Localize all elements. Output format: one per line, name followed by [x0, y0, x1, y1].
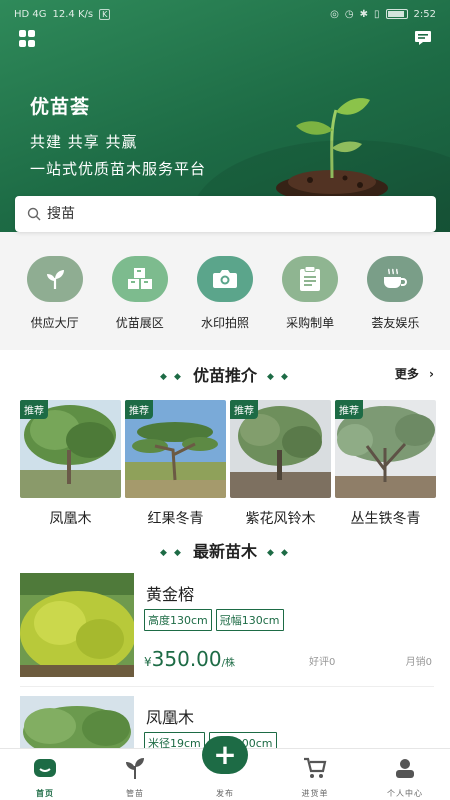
tab-home[interactable]: 首页	[0, 749, 90, 800]
category-row: 供应大厅 优苗展区 水印拍照 采购制单 荟友娱乐	[0, 238, 450, 348]
recommended-list: 推荐 凤凰木 推荐 红果冬青 推荐 紫花风铃木 推荐 丛生铁冬青	[20, 400, 436, 528]
recommend-badge: 推荐	[335, 400, 363, 419]
recommend-badge: 推荐	[20, 400, 48, 419]
search-input[interactable]	[47, 206, 407, 222]
more-label: 更多	[394, 367, 419, 381]
recommended-card[interactable]: 推荐 红果冬青	[125, 400, 226, 528]
clock: 2:52	[413, 8, 436, 20]
category-supply-hall[interactable]: 供应大厅	[15, 238, 95, 348]
boxes-icon	[111, 256, 168, 302]
product-name: 凤凰木	[146, 708, 195, 727]
network-indicator: HD 4G	[14, 8, 47, 20]
recommend-badge: 推荐	[125, 400, 153, 419]
recommended-card[interactable]: 推荐 紫花风铃木	[230, 400, 331, 528]
alarm-icon: ◷	[344, 8, 354, 20]
recommended-card[interactable]: 推荐 凤凰木	[20, 400, 121, 528]
battery-icon	[385, 9, 408, 19]
tab-manage[interactable]: 管苗	[90, 749, 180, 800]
category-label: 采购制单	[286, 316, 335, 330]
search-icon	[27, 207, 41, 221]
vibrate-icon: ▯	[374, 8, 380, 20]
tab-label: 进货单	[301, 789, 329, 798]
tab-label: 首页	[36, 789, 54, 798]
sprout-icon	[26, 256, 83, 302]
content-panel: ◆ ◆ 优苗推介 ◆ ◆ 更多 › 推荐 凤凰木 推荐 红果冬青 推荐 紫花风铃木	[0, 350, 450, 748]
product-name: 黄金榕	[146, 585, 195, 604]
decor-dots-icon: ◆ ◆	[160, 371, 183, 382]
search-bar[interactable]	[15, 196, 436, 232]
message-icon[interactable]	[414, 30, 432, 48]
network-speed: 12.4 K/s	[52, 8, 94, 20]
spec-tag: 高度130cm	[144, 609, 212, 631]
decor-dots-icon: ◆ ◆	[160, 547, 183, 558]
k-icon: K	[99, 8, 111, 20]
seedling-illustration	[276, 98, 388, 200]
product-tags: 高度130cm 冠幅130cm	[144, 609, 284, 631]
tree-name: 凤凰木	[49, 511, 92, 527]
latest-section-title: ◆ ◆ 最新苗木 ◆ ◆	[0, 538, 450, 562]
price-unit: /株	[221, 658, 235, 669]
tree-name: 红果冬青	[147, 511, 204, 527]
clipboard-icon	[282, 256, 339, 302]
home-icon	[33, 756, 57, 780]
decor-dots-icon: ◆ ◆	[267, 547, 290, 558]
cart-icon	[303, 756, 327, 780]
tab-profile[interactable]: 个人中心	[360, 749, 450, 800]
recommend-badge: 推荐	[230, 400, 258, 419]
spec-tag: 米径19cm	[144, 732, 205, 748]
plant-icon	[123, 756, 147, 780]
tree-photo: 推荐	[125, 400, 226, 498]
tree-name: 紫花风铃木	[245, 511, 316, 527]
tab-label: 个人中心	[387, 789, 423, 798]
category-purchase-order[interactable]: 采购制单	[270, 238, 350, 348]
bluetooth-icon: ✱	[359, 8, 369, 20]
category-label: 供应大厅	[30, 316, 79, 330]
decor-dots-icon: ◆ ◆	[267, 371, 290, 382]
status-bar: HD 4G 12.4 K/s K ◎ ◷ ✱ ▯ 2:52	[0, 0, 450, 28]
tree-name: 丛生铁冬青	[350, 511, 421, 527]
recommended-section-title: ◆ ◆ 优苗推介 ◆ ◆	[0, 362, 450, 386]
latest-title-text: 最新苗木	[192, 542, 257, 561]
tagline: 共建 共享 共赢	[30, 133, 138, 151]
coffee-icon	[367, 256, 424, 302]
plus-icon[interactable]: +	[202, 736, 248, 774]
tree-photo: 推荐	[230, 400, 331, 498]
currency-symbol: ¥	[144, 655, 152, 669]
divider	[20, 686, 434, 687]
tab-label: 管苗	[126, 789, 144, 798]
camera-icon	[196, 256, 253, 302]
recommended-title-text: 优苗推介	[192, 366, 257, 385]
tree-photo: 推荐	[335, 400, 436, 498]
slogan: 一站式优质苗木服务平台	[30, 160, 207, 178]
product-price: ¥350.00/株	[144, 647, 235, 671]
category-entertainment[interactable]: 荟友娱乐	[355, 238, 435, 348]
chevron-right-icon: ›	[429, 367, 434, 381]
product-photo	[20, 573, 134, 677]
apps-grid-icon[interactable]	[19, 30, 37, 48]
tab-label: 发布	[216, 789, 234, 798]
monthly-sales: 月销0	[405, 657, 432, 668]
product-photo	[20, 696, 134, 748]
product-card[interactable]: 黄金榕 高度130cm 冠幅130cm ¥350.00/株 好评0 月销0	[20, 573, 434, 677]
price-value: 350.00	[151, 647, 222, 671]
category-watermark-photo[interactable]: 水印拍照	[185, 238, 265, 348]
category-showcase[interactable]: 优苗展区	[100, 238, 180, 348]
category-label: 荟友娱乐	[371, 316, 420, 330]
category-label: 水印拍照	[200, 316, 249, 330]
category-label: 优苗展区	[115, 316, 164, 330]
tree-photo: 推荐	[20, 400, 121, 498]
user-icon	[393, 756, 417, 780]
headset-icon: ◎	[330, 8, 339, 20]
rating-count: 好评0	[309, 657, 336, 668]
spec-tag: 冠幅130cm	[215, 609, 284, 631]
more-link[interactable]: 更多 ›	[395, 365, 434, 382]
app-brand: 优苗荟	[30, 96, 91, 118]
recommended-card[interactable]: 推荐 丛生铁冬青	[335, 400, 436, 528]
tab-cart[interactable]: 进货单	[270, 749, 360, 800]
